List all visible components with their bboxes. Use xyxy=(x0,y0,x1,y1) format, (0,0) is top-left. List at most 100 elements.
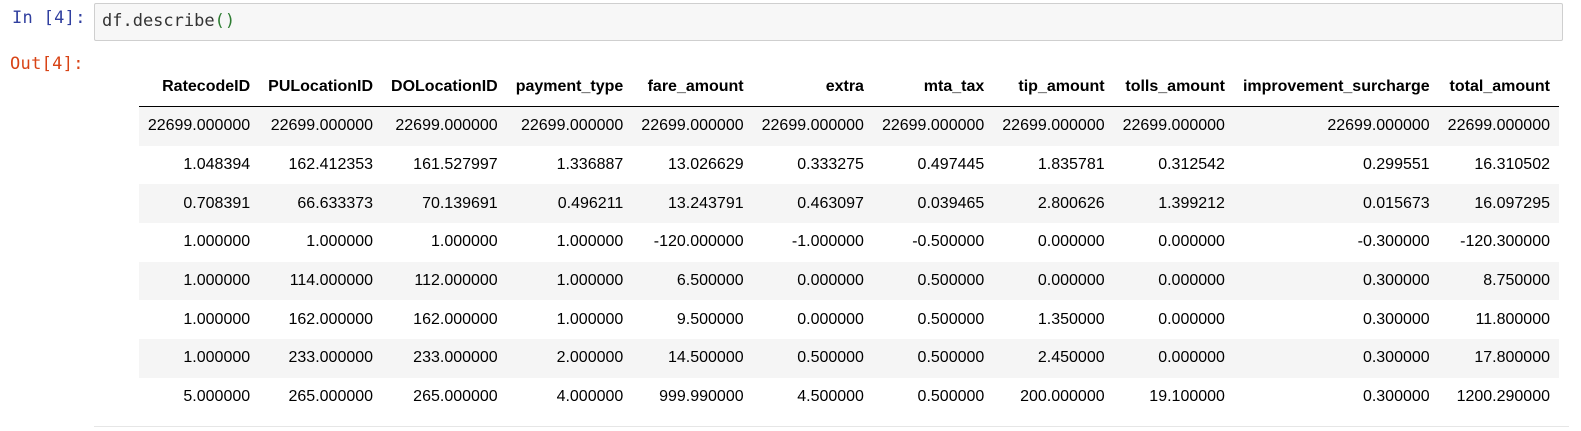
table-row: 1.000000 233.000000 233.000000 2.000000 14.5… xyxy=(138,339,1559,378)
table-cell: 233.000000 xyxy=(382,339,507,378)
table-cell: 22699.000000 xyxy=(632,106,753,146)
table-cell: 9.500000 xyxy=(676,310,744,328)
input-prompt: In [4]: xyxy=(12,8,86,28)
table-cell: -120.300000 xyxy=(1460,233,1550,251)
table-cell: 4.500000 xyxy=(797,388,864,406)
header-row: RatecodeID PULocationID DOLocationID paymen… xyxy=(138,68,1559,107)
table-cell: 17.800000 xyxy=(1438,339,1559,378)
table-cell: 1.835781 xyxy=(1037,156,1105,174)
table-cell: 1.399212 xyxy=(1113,184,1234,224)
table-cell: 1.000000 xyxy=(430,233,498,251)
table-cell: 0.500000 xyxy=(872,261,994,301)
column-header: fare_amount xyxy=(632,68,753,107)
output-prompt: Out[4]: xyxy=(10,54,84,74)
table-cell: 2.450000 xyxy=(993,339,1114,378)
table-cell: 1.048394 xyxy=(183,156,251,174)
column-header: payment_type xyxy=(506,68,633,107)
table-cell: 22699.000000 xyxy=(1438,106,1559,146)
table-cell: 1.000000 xyxy=(506,261,633,301)
table-cell: 22699.000000 xyxy=(1113,106,1234,146)
table-cell: 6.500000 xyxy=(632,261,753,301)
table-cell: 0.708391 xyxy=(138,184,260,224)
table-cell: 0.300000 xyxy=(1233,339,1439,378)
column-header: PULocationID xyxy=(259,68,383,107)
table-cell: 0.463097 xyxy=(752,184,873,224)
table-cell: 11.800000 xyxy=(1475,310,1550,328)
table-cell: 114.000000 xyxy=(259,261,383,301)
table-cell: 22699.000000 xyxy=(872,106,994,146)
column-header: improvement_surcharge xyxy=(1233,68,1439,107)
table-cell: 22699.000000 xyxy=(138,106,260,146)
table-cell: 0.500000 xyxy=(752,339,873,378)
table-cell: 2.800626 xyxy=(993,184,1114,224)
table-cell: 0.000000 xyxy=(1037,233,1105,251)
table-cell: 22699.000000 xyxy=(382,106,507,146)
table-cell: 16.310502 xyxy=(1474,156,1550,174)
table-cell: 161.527997 xyxy=(413,156,498,174)
table-cell: 112.000000 xyxy=(382,261,507,301)
table-cell: 22699.000000 xyxy=(1233,106,1439,146)
table-cell: 2.000000 xyxy=(506,339,633,378)
table-cell: 0.299551 xyxy=(1362,156,1430,174)
describe-table: RatecodeID PULocationID DOLocationID paymen… xyxy=(138,68,1559,417)
table-cell: -120.000000 xyxy=(653,233,744,251)
table-cell: 1.000000 xyxy=(183,233,251,251)
table-cell: 66.633373 xyxy=(259,184,383,224)
table-cell: 14.500000 xyxy=(632,339,753,378)
table-cell: 0.300000 xyxy=(1362,310,1430,328)
table-cell: 1.336887 xyxy=(556,156,624,174)
table-cell: 200.000000 xyxy=(1020,388,1105,406)
column-header: mta_tax xyxy=(872,68,994,107)
table-cell: 22699.000000 xyxy=(259,106,383,146)
column-header: tip_amount xyxy=(993,68,1114,107)
table-cell: 1.000000 xyxy=(183,310,251,328)
table-cell: 0.497445 xyxy=(917,156,985,174)
table-cell: 1.000000 xyxy=(138,339,260,378)
code-input-cell[interactable]: df.describe() xyxy=(94,3,1563,41)
table-cell: 8.750000 xyxy=(1438,261,1559,301)
table-row: 22699.000000 22699.000000 22699.000000 2269… xyxy=(138,106,1559,146)
table-row: 0.708391 66.633373 70.139691 0.496211 13.243… xyxy=(138,184,1559,224)
column-header: DOLocationID xyxy=(382,68,507,107)
table-cell: 1.000000 xyxy=(138,261,260,301)
table-cell: 0.000000 xyxy=(993,261,1114,301)
column-header: RatecodeID xyxy=(138,68,260,107)
table-cell: 1.000000 xyxy=(556,233,624,251)
table-cell: 0.039465 xyxy=(872,184,994,224)
table-cell: 0.300000 xyxy=(1233,261,1439,301)
table-row: 5.000000 265.000000 265.000000 4.000000 999.… xyxy=(139,378,1559,417)
table-cell: 4.000000 xyxy=(556,388,624,406)
table-cell: 1.000000 xyxy=(306,233,374,251)
table-cell: 162.000000 xyxy=(413,310,498,328)
code-function-text: df.describe xyxy=(102,11,215,31)
table-cell: 0.300000 xyxy=(1362,388,1430,406)
table-cell: 22699.000000 xyxy=(506,106,633,146)
table-cell: -1.000000 xyxy=(791,233,864,251)
table-cell: 19.100000 xyxy=(1149,388,1225,406)
table-row: 1.000000 114.000000 112.000000 1.000000 6.50… xyxy=(138,261,1559,301)
table-cell: 1.000000 xyxy=(556,310,624,328)
table-cell: 162.000000 xyxy=(288,310,374,328)
output-area[interactable]: RatecodeID PULocationID DOLocationID paymen… xyxy=(94,68,1569,428)
table-cell: 999.990000 xyxy=(659,388,744,406)
table-cell: 0.000000 xyxy=(1113,261,1234,301)
table-cell: 16.097295 xyxy=(1438,184,1559,224)
table-cell: 265.000000 xyxy=(413,388,498,406)
table-cell: -0.500000 xyxy=(912,233,985,251)
table-cell: 0.312542 xyxy=(1158,156,1225,174)
table-cell: 13.243791 xyxy=(632,184,753,224)
table-cell: 0.000000 xyxy=(1113,339,1234,378)
table-cell: 0.500000 xyxy=(917,388,985,406)
table-cell: 0.000000 xyxy=(797,310,864,328)
table-cell: 0.500000 xyxy=(872,339,994,378)
column-header: extra xyxy=(752,68,873,107)
table-cell: 0.000000 xyxy=(1158,233,1225,251)
column-header: total_amount xyxy=(1438,68,1559,107)
output-bottom-border xyxy=(94,426,1569,427)
table-cell: 0.000000 xyxy=(1158,310,1225,328)
table-cell: 0.000000 xyxy=(752,261,873,301)
table-cell: 22699.000000 xyxy=(752,106,873,146)
table-cell: 1.350000 xyxy=(1037,310,1105,328)
table-cell: 0.500000 xyxy=(917,310,985,328)
table-cell: 162.412353 xyxy=(288,156,374,174)
